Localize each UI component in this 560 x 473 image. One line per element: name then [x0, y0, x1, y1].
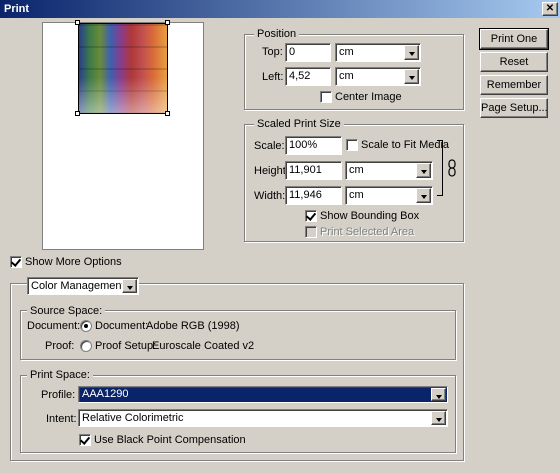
link-chain-icon[interactable]	[447, 159, 457, 177]
document-radio-label[interactable]: Document:	[95, 319, 148, 333]
source-space-legend: Source Space:	[27, 304, 106, 318]
document-profile-value: Adobe RGB (1998)	[146, 320, 240, 332]
bounding-box-handle-tl[interactable]	[75, 20, 80, 25]
proof-radio[interactable]	[80, 340, 92, 352]
bounding-box-handle-br[interactable]	[165, 111, 170, 116]
scaled-print-size-legend: Scaled Print Size	[254, 117, 344, 131]
window-titlebar: Print	[0, 0, 560, 18]
print-selected-area-label: Print Selected Area	[320, 226, 415, 238]
intent-select[interactable]: Relative Colorimetric	[78, 409, 448, 427]
black-point-checkbox[interactable]	[79, 434, 91, 446]
position-legend: Position	[254, 27, 300, 41]
close-icon: ✕	[545, 3, 555, 14]
remember-button[interactable]: Remember	[480, 75, 548, 95]
print-one-button[interactable]: Print One	[479, 28, 549, 50]
show-bounding-box-label[interactable]: Show Bounding Box	[320, 209, 419, 223]
profile-select[interactable]: AAA1290	[78, 386, 448, 403]
scale-label: Scale:	[254, 140, 285, 152]
chevron-down-icon	[416, 188, 431, 203]
left-input[interactable]: 4,52	[285, 67, 331, 86]
width-unit-select[interactable]: cm	[345, 186, 433, 205]
show-more-options-checkbox[interactable]	[10, 256, 22, 268]
show-bounding-box-checkbox[interactable]	[305, 210, 317, 222]
proof-profile-value: Euroscale Coated v2	[152, 340, 255, 352]
print-selected-area-checkbox[interactable]	[305, 226, 317, 238]
link-bracket	[437, 140, 443, 196]
bounding-box-handle-bl[interactable]	[75, 111, 80, 116]
top-input[interactable]: 0	[285, 43, 331, 62]
close-button[interactable]: ✕	[542, 2, 558, 16]
width-input[interactable]: 11,946	[285, 186, 342, 205]
left-label: Left:	[262, 71, 284, 83]
show-more-options-label[interactable]: Show More Options	[25, 255, 122, 269]
center-image-label[interactable]: Center Image	[335, 90, 402, 104]
height-label: Height:	[254, 165, 289, 177]
proof-row-label: Proof:	[45, 340, 75, 352]
scale-to-fit-checkbox[interactable]	[346, 139, 358, 151]
intent-label: Intent:	[46, 413, 77, 425]
bounding-box-handle-tr[interactable]	[165, 20, 170, 25]
top-unit-select[interactable]: cm	[335, 43, 421, 62]
proof-radio-label[interactable]: Proof Setup:	[95, 339, 156, 353]
scale-input[interactable]: 100%	[285, 136, 342, 155]
preview-image[interactable]	[78, 23, 168, 114]
scale-to-fit-label[interactable]: Scale to Fit Media	[361, 138, 449, 152]
chevron-down-icon	[416, 163, 431, 178]
height-unit-select[interactable]: cm	[345, 161, 433, 180]
options-section-select[interactable]: Color Management	[27, 277, 139, 295]
height-input[interactable]: 11,901	[285, 161, 342, 180]
profile-label: Profile:	[41, 389, 76, 401]
chevron-down-icon	[431, 388, 446, 401]
chevron-down-icon	[122, 279, 137, 293]
top-label: Top:	[262, 46, 283, 58]
page-setup-button[interactable]: Page Setup...	[480, 98, 548, 118]
chevron-down-icon	[404, 45, 419, 60]
center-image-checkbox[interactable]	[320, 91, 332, 103]
chevron-down-icon	[431, 411, 446, 425]
window-title: Print	[4, 3, 30, 15]
reset-button[interactable]: Reset	[480, 52, 548, 72]
chevron-down-icon	[404, 69, 419, 84]
left-unit-select[interactable]: cm	[335, 67, 421, 86]
black-point-label[interactable]: Use Black Point Compensation	[94, 433, 246, 447]
width-label: Width:	[254, 190, 286, 202]
document-radio[interactable]	[80, 320, 92, 332]
print-space-legend: Print Space:	[27, 368, 93, 382]
document-row-label: Document:	[27, 320, 81, 332]
